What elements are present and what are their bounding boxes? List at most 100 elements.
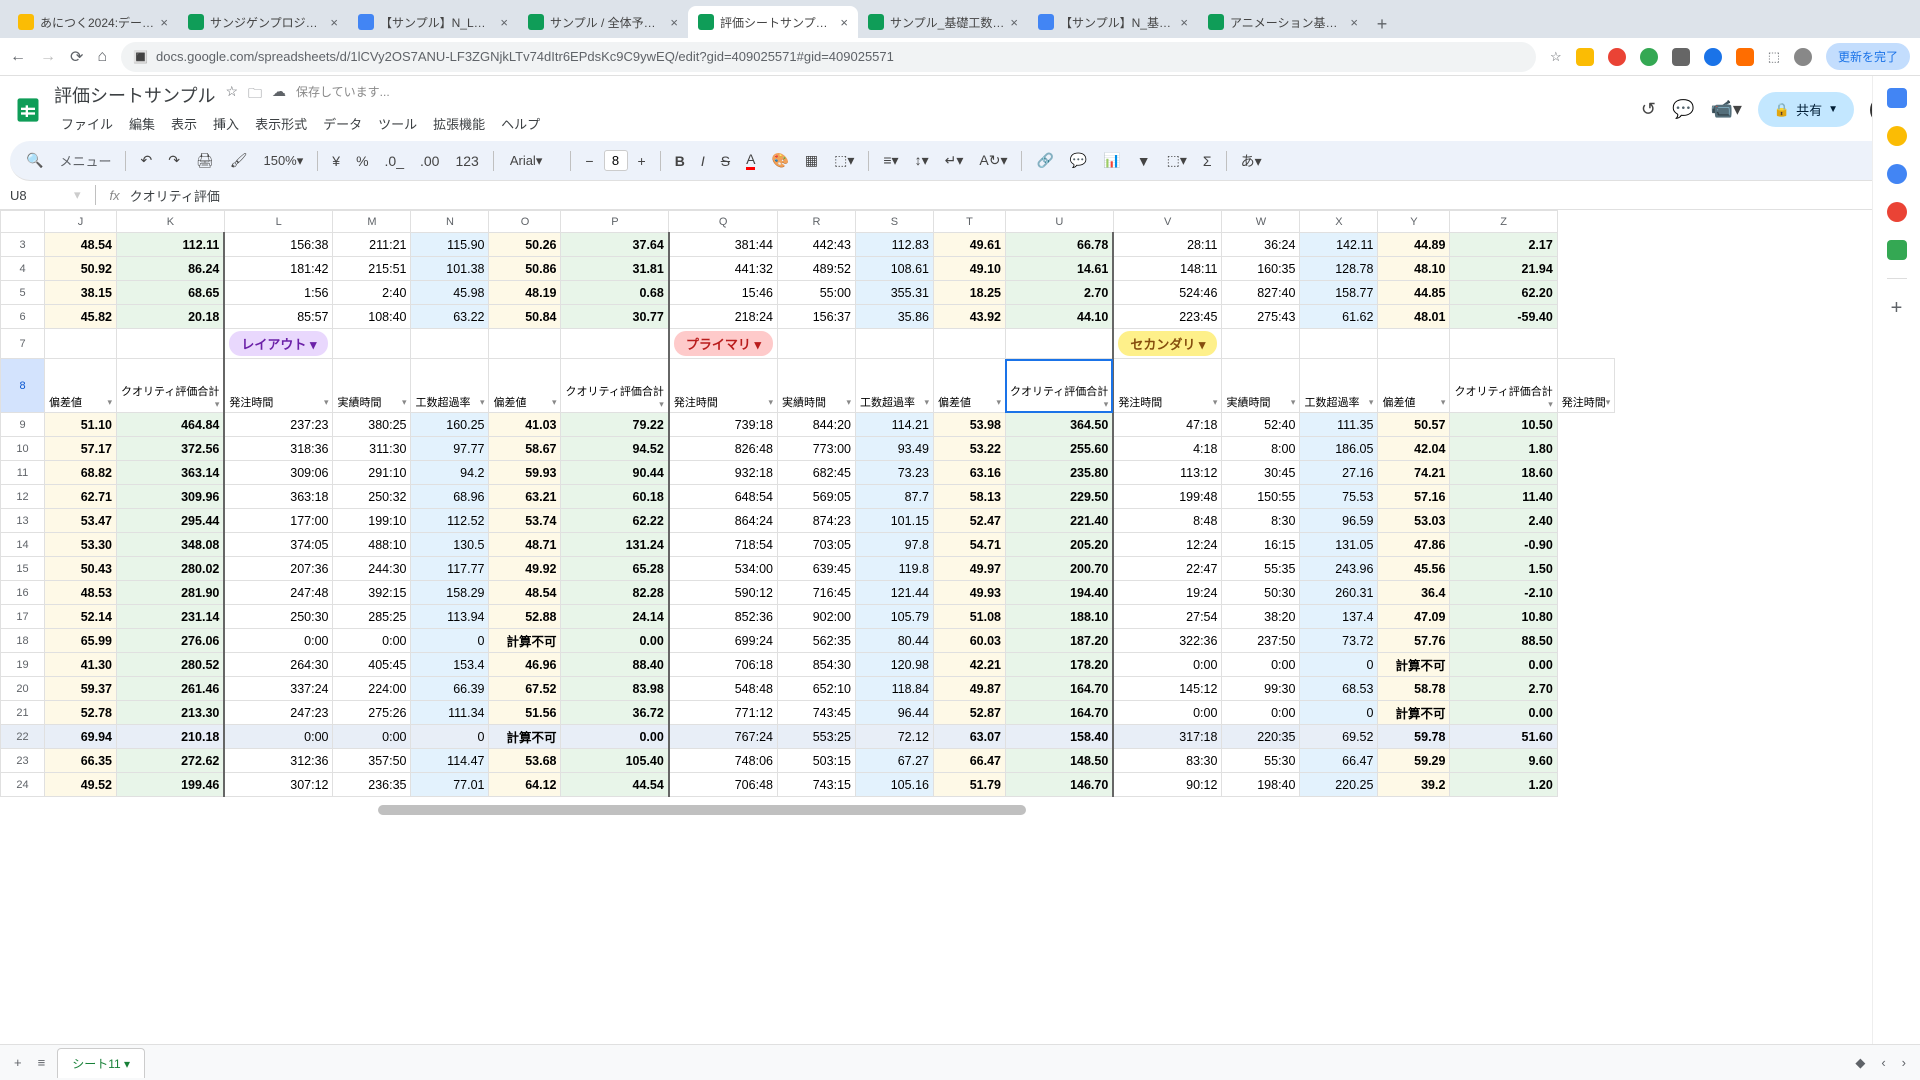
site-info-icon[interactable]: 🔳	[133, 50, 148, 64]
cell[interactable]: 317:18	[1113, 725, 1222, 749]
filter-icon[interactable]: ▾	[1441, 397, 1446, 408]
row-header[interactable]: 22	[1, 725, 45, 749]
cell[interactable]: 94.2	[411, 461, 489, 485]
cell[interactable]: 57.76	[1378, 629, 1450, 653]
cell[interactable]: 計算不可	[1378, 653, 1450, 677]
cell[interactable]: 69.52	[1300, 725, 1378, 749]
cell[interactable]: 28:11	[1113, 233, 1222, 257]
italic-button[interactable]: I	[695, 149, 711, 173]
fill-color-button[interactable]: 🎨	[765, 148, 794, 173]
cell[interactable]: 88.40	[561, 653, 669, 677]
extension-icon[interactable]	[1704, 48, 1722, 66]
cell[interactable]: 93.49	[855, 437, 933, 461]
cell[interactable]: 0:00	[1113, 701, 1222, 725]
cell[interactable]: 52.88	[489, 605, 561, 629]
cell[interactable]: 0.00	[561, 629, 669, 653]
filter-icon[interactable]: ▾	[215, 399, 220, 410]
cell[interactable]: 210.18	[117, 725, 225, 749]
cell[interactable]: 275:26	[333, 701, 411, 725]
row-header[interactable]: 17	[1, 605, 45, 629]
row-header[interactable]: 20	[1, 677, 45, 701]
cell[interactable]: 97.77	[411, 437, 489, 461]
cell[interactable]: 68.96	[411, 485, 489, 509]
cell[interactable]: 67.27	[855, 749, 933, 773]
cell[interactable]: 112.11	[117, 233, 225, 257]
cell[interactable]: 31.81	[561, 257, 669, 281]
cell[interactable]: 119.8	[855, 557, 933, 581]
cell[interactable]: 85:57	[224, 305, 333, 329]
add-panel-button[interactable]: +	[1891, 297, 1903, 320]
cell[interactable]: 51.10	[45, 413, 117, 437]
cell[interactable]: 281.90	[117, 581, 225, 605]
cell[interactable]: 699:24	[669, 629, 778, 653]
cell[interactable]: 489:52	[777, 257, 855, 281]
cell[interactable]: 52.87	[933, 701, 1005, 725]
keep-icon[interactable]	[1887, 126, 1907, 146]
filter-icon[interactable]: ▾	[846, 397, 851, 408]
cell[interactable]: 112.52	[411, 509, 489, 533]
zoom-select[interactable]: 150% ▾	[257, 151, 309, 171]
cell[interactable]: 108:40	[333, 305, 411, 329]
filter-icon[interactable]: ▾	[480, 397, 485, 408]
cell[interactable]: 145:12	[1113, 677, 1222, 701]
font-size-input[interactable]	[604, 150, 628, 171]
cell[interactable]: 743:45	[777, 701, 855, 725]
cell[interactable]: 51.60	[1450, 725, 1557, 749]
cell[interactable]: 372.56	[117, 437, 225, 461]
search-menu-icon[interactable]: 🔍	[20, 148, 49, 173]
cell[interactable]: 648:54	[669, 485, 778, 509]
cell[interactable]: 142.11	[1300, 233, 1378, 257]
formula-value[interactable]: クオリティ評価	[130, 186, 220, 205]
cell[interactable]	[333, 329, 411, 359]
cell[interactable]: 12:24	[1113, 533, 1222, 557]
column-header[interactable]: W	[1222, 211, 1300, 233]
cell[interactable]: 186.05	[1300, 437, 1378, 461]
cell[interactable]: 111.35	[1300, 413, 1378, 437]
cell[interactable]: 146.70	[1005, 773, 1113, 797]
cell[interactable]: 0:00	[1222, 701, 1300, 725]
cell[interactable]: 43.92	[933, 305, 1005, 329]
cell[interactable]: 21.94	[1450, 257, 1557, 281]
header-cell[interactable]: 発注時間▾	[1557, 359, 1615, 413]
cell[interactable]: 48.71	[489, 533, 561, 557]
cell[interactable]: 44.89	[1378, 233, 1450, 257]
browser-tab[interactable]: サンプル / 全体予算 - 進捗 -×	[518, 6, 688, 38]
comment-button[interactable]: 💬	[1064, 148, 1093, 173]
menu-item[interactable]: データ	[316, 110, 369, 137]
cell[interactable]: 156:37	[777, 305, 855, 329]
cell[interactable]: 44.85	[1378, 281, 1450, 305]
cell[interactable]: 739:18	[669, 413, 778, 437]
cell[interactable]: 148.50	[1005, 749, 1113, 773]
cloud-status-icon[interactable]: ☁	[272, 83, 286, 107]
cell[interactable]: 52.14	[45, 605, 117, 629]
cell[interactable]: セカンダリ ▾	[1113, 329, 1222, 359]
cell[interactable]: 30:45	[1222, 461, 1300, 485]
cell[interactable]: 59.93	[489, 461, 561, 485]
cell[interactable]: 8:30	[1222, 509, 1300, 533]
cell[interactable]: 99:30	[1222, 677, 1300, 701]
cell[interactable]: 44.10	[1005, 305, 1113, 329]
cell[interactable]: 55:35	[1222, 557, 1300, 581]
cell[interactable]: 50.57	[1378, 413, 1450, 437]
cell[interactable]: 59.37	[45, 677, 117, 701]
extension-icon[interactable]	[1576, 48, 1594, 66]
column-header[interactable]: J	[45, 211, 117, 233]
paint-format-button[interactable]: 🖌	[224, 148, 254, 173]
cell[interactable]: 844:20	[777, 413, 855, 437]
cell[interactable]: 137.4	[1300, 605, 1378, 629]
cell[interactable]: 44.54	[561, 773, 669, 797]
cell[interactable]: 381:44	[669, 233, 778, 257]
column-header[interactable]: Q	[669, 211, 778, 233]
header-cell[interactable]: 発注時間▾	[224, 359, 333, 413]
menu-item[interactable]: 拡張機能	[426, 110, 492, 137]
cell[interactable]: 9.60	[1450, 749, 1557, 773]
cell[interactable]: 553:25	[777, 725, 855, 749]
cell[interactable]: 854:30	[777, 653, 855, 677]
header-cell[interactable]: 工数超過率▾	[855, 359, 933, 413]
cell[interactable]: 65.28	[561, 557, 669, 581]
close-tab-icon[interactable]: ×	[1010, 15, 1018, 30]
cell[interactable]: 311:30	[333, 437, 411, 461]
cell[interactable]: 131.24	[561, 533, 669, 557]
cell[interactable]: 48.01	[1378, 305, 1450, 329]
cell[interactable]: 148:11	[1113, 257, 1222, 281]
